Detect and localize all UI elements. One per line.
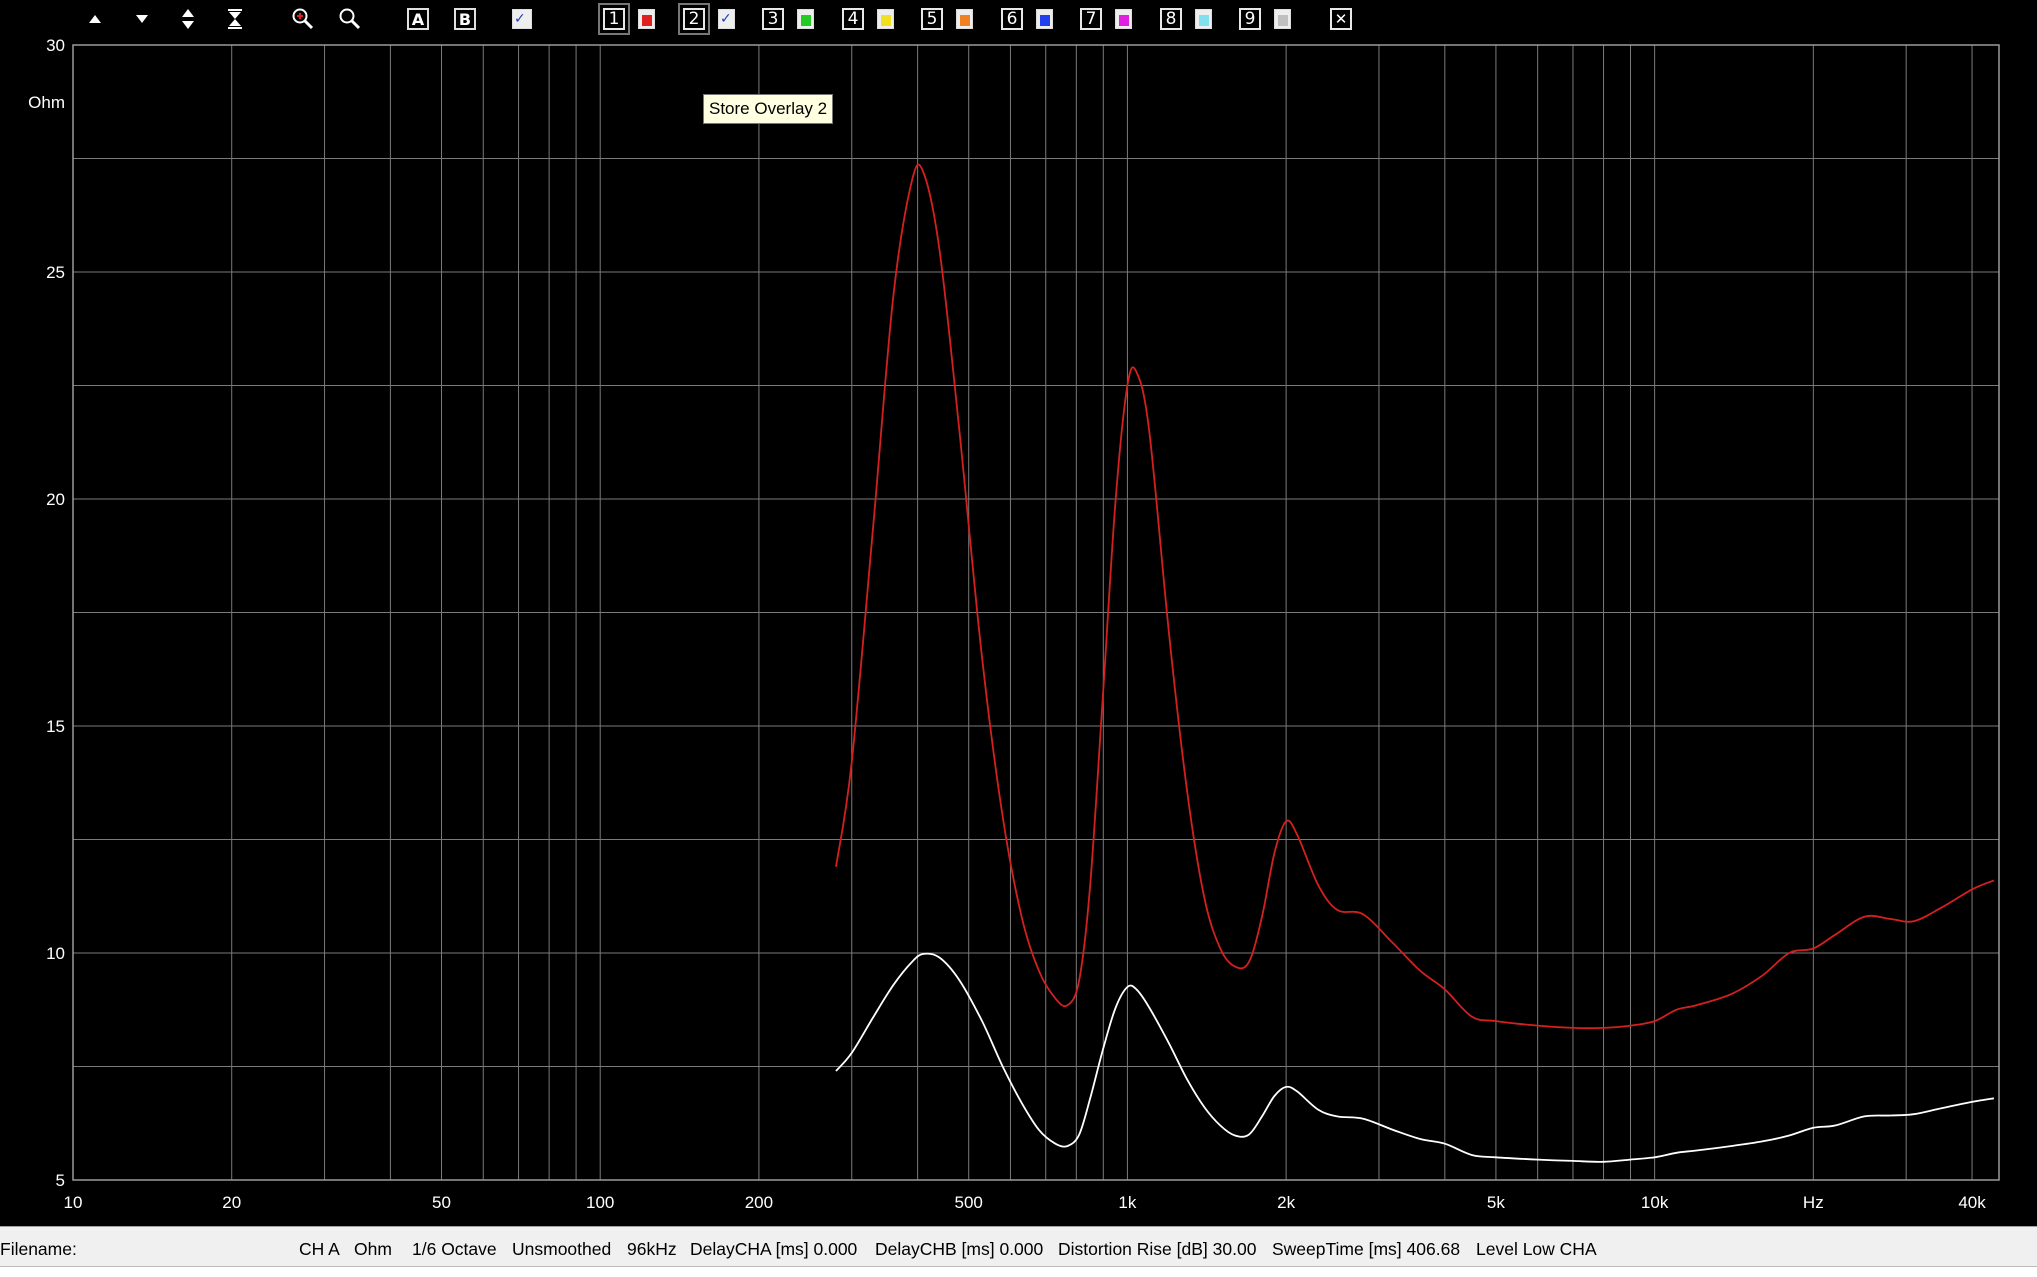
status-bar: Filename: CH A Ohm 1/6 Octave Unsmoothed 96k…: [0, 1226, 2037, 1277]
x-tick-label: 1k: [1118, 1193, 1136, 1212]
x-axis-label: Hz: [1803, 1193, 1824, 1212]
status-bar-lower: [0, 1266, 2037, 1277]
overlay-number: 3: [762, 8, 784, 30]
x-tick-label: 2k: [1277, 1193, 1295, 1212]
y-tick-label: 20: [46, 490, 65, 509]
status-item: 96kHz: [627, 1239, 677, 1259]
overlay-8-color-icon[interactable]: [1195, 5, 1212, 33]
overlay-8-button[interactable]: 8: [1160, 5, 1182, 33]
overlay-4-color-icon[interactable]: [877, 5, 894, 33]
clear-overlays-button[interactable]: ✕: [1330, 5, 1352, 33]
x-tick-label: 10k: [1641, 1193, 1669, 1212]
overlay-6-color-icon[interactable]: [1036, 5, 1053, 33]
channel-a-label: A: [407, 8, 429, 30]
overlay-number: 7: [1080, 8, 1102, 30]
overlay-4-button[interactable]: 4: [842, 5, 864, 33]
overlay-number: 1: [598, 3, 630, 35]
y-axis-label: Ohm: [28, 93, 65, 112]
tick-labels: 10 20 50 100 200 500 1k 2k 5k 10k 40k 5 10 15 20 25 30: [46, 38, 1986, 1212]
channel-b-label: B: [454, 8, 476, 30]
status-item: 1/6 Octave: [412, 1239, 497, 1259]
toolbar: A B ✓ 1 2 ✓ 3 4 5 6 7 8 9 ✕: [0, 0, 2037, 38]
checklist-icon[interactable]: ✓: [512, 5, 532, 33]
channel-b-button[interactable]: B: [454, 5, 476, 33]
overlay-2-color-icon[interactable]: ✓: [718, 5, 735, 33]
y-tick-label: 15: [46, 717, 65, 736]
zoom-in-icon[interactable]: [290, 5, 316, 33]
status-item: DelayCHB [ms] 0.000: [875, 1239, 1044, 1259]
y-tick-label: 30: [46, 38, 65, 55]
overlay-number: 6: [1001, 8, 1023, 30]
overlay-6-button[interactable]: 6: [1001, 5, 1023, 33]
overlay-number: 2: [678, 3, 710, 35]
status-item: CH A: [299, 1239, 340, 1259]
overlay-9-color-icon[interactable]: [1274, 5, 1291, 33]
overlay-3-button[interactable]: 3: [762, 5, 784, 33]
y-tick-label: 25: [46, 263, 65, 282]
overlay-1-button[interactable]: 1: [598, 3, 630, 35]
x-tick-label: 10: [64, 1193, 83, 1212]
x-tick-label: 40k: [1958, 1193, 1986, 1212]
overlay-5-color-icon[interactable]: [956, 5, 973, 33]
overlay-number: 4: [842, 8, 864, 30]
x-tick-label: 100: [586, 1193, 614, 1212]
overlay-number: 8: [1160, 8, 1182, 30]
expand-vertical-icon[interactable]: [177, 5, 199, 33]
status-item: SweepTime [ms] 406.68: [1272, 1239, 1461, 1259]
impedance-chart: 10 20 50 100 200 500 1k 2k 5k 10k 40k 5 10 15 20 25 30 O…: [28, 38, 2000, 1212]
series-line-1: [835, 163, 1995, 1030]
zoom-out-icon[interactable]: [337, 5, 363, 33]
overlay-number: 9: [1239, 8, 1261, 30]
filename-label: Filename:: [0, 1239, 77, 1259]
status-item: Level Low CHA: [1476, 1239, 1597, 1259]
x-tick-label: 5k: [1487, 1193, 1505, 1212]
overlay-7-color-icon[interactable]: [1115, 5, 1132, 33]
status-item: Ohm: [354, 1239, 392, 1259]
close-icon: ✕: [1330, 8, 1352, 30]
overlay-5-button[interactable]: 5: [921, 5, 943, 33]
overlay-number: 5: [921, 8, 943, 30]
status-item: Distortion Rise [dB] 30.00: [1058, 1239, 1257, 1259]
x-tick-label: 20: [222, 1193, 241, 1212]
overlay-1-color-icon[interactable]: [638, 5, 655, 33]
channel-a-button[interactable]: A: [407, 5, 429, 33]
series-line-2: [835, 952, 1995, 1163]
arrow-up-icon[interactable]: [84, 5, 106, 33]
grid: [72, 44, 1999, 1181]
series-layer: [835, 163, 1995, 1163]
tooltip: Store Overlay 2: [703, 94, 834, 124]
status-item: Unsmoothed: [512, 1239, 612, 1259]
overlay-3-color-icon[interactable]: [797, 5, 814, 33]
x-tick-label: 500: [955, 1193, 983, 1212]
x-tick-label: 50: [432, 1193, 451, 1212]
status-item: DelayCHA [ms] 0.000: [690, 1239, 858, 1259]
arrow-down-icon[interactable]: [131, 5, 153, 33]
overlay-7-button[interactable]: 7: [1080, 5, 1102, 33]
x-tick-label: 200: [745, 1193, 773, 1212]
overlay-2-button[interactable]: 2: [678, 3, 710, 35]
y-tick-label: 5: [56, 1171, 65, 1190]
y-tick-label: 10: [46, 944, 65, 963]
overlay-9-button[interactable]: 9: [1239, 5, 1261, 33]
compress-vertical-icon[interactable]: [224, 5, 246, 33]
